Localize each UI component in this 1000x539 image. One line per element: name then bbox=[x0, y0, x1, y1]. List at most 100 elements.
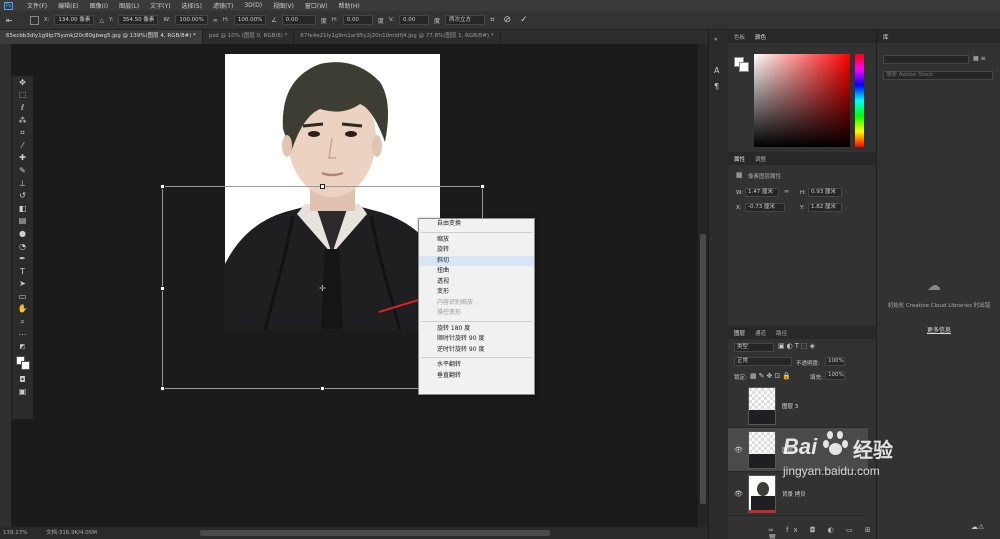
vertical-scrollbar-thumb[interactable] bbox=[700, 234, 706, 504]
w-field[interactable]: 100.00% bbox=[175, 15, 208, 25]
menu-item-rotate[interactable]: 旋转 bbox=[419, 245, 534, 256]
crop-tool-icon[interactable]: ⌗ bbox=[12, 126, 33, 139]
menu-file[interactable]: 文件(F) bbox=[27, 1, 47, 10]
stock-search-input[interactable]: 搜索 Adobe Stock bbox=[883, 71, 993, 80]
menu-type[interactable]: 文字(Y) bbox=[150, 1, 170, 10]
menu-item-skew[interactable]: 斜切 bbox=[419, 255, 534, 266]
tab-document-2[interactable]: psd @ 10% (图层 0, RGB/8) * bbox=[203, 30, 295, 44]
prop-h-field[interactable]: 0.93 厘米 bbox=[808, 188, 842, 197]
menu-window[interactable]: 窗口(W) bbox=[305, 1, 328, 10]
default-colors-icon[interactable]: ◩ bbox=[12, 340, 33, 353]
library-select[interactable] bbox=[883, 55, 969, 64]
menu-filter[interactable]: 滤镜(T) bbox=[213, 1, 233, 10]
menu-select[interactable]: 选择(S) bbox=[181, 1, 202, 10]
transform-handle-left[interactable] bbox=[160, 286, 165, 291]
history-panel-icon[interactable]: A bbox=[714, 66, 719, 75]
relative-position-icon[interactable]: △ bbox=[99, 17, 104, 24]
menu-view[interactable]: 视图(V) bbox=[273, 1, 294, 10]
shape-tool-icon[interactable]: ▭ bbox=[12, 290, 33, 303]
layer-name[interactable]: 图层 3 bbox=[782, 402, 798, 410]
menu-item-free-transform[interactable]: 自由变换 bbox=[419, 219, 534, 230]
reference-point-icon[interactable] bbox=[29, 15, 39, 25]
cancel-transform-icon[interactable]: ⊘ bbox=[504, 15, 512, 25]
brush-tool-icon[interactable]: ✎ bbox=[12, 164, 33, 177]
move-tool-preset-icon[interactable]: ⇤ bbox=[6, 16, 13, 25]
eraser-tool-icon[interactable]: ◧ bbox=[12, 202, 33, 215]
link-icon[interactable]: ∞ bbox=[213, 17, 218, 24]
angle-field[interactable]: 0.00 bbox=[281, 15, 316, 25]
h-field[interactable]: 100.00% bbox=[233, 15, 267, 25]
menu-edit[interactable]: 编辑(E) bbox=[58, 1, 78, 10]
commit-transform-icon[interactable]: ✓ bbox=[520, 15, 528, 25]
prop-w-field[interactable]: 1.47 厘米 bbox=[745, 188, 779, 197]
clone-stamp-tool-icon[interactable]: ⊥ bbox=[12, 177, 33, 190]
screen-mode-icon[interactable]: ▣ bbox=[12, 386, 33, 399]
menu-item-flip-vertical[interactable]: 垂直翻转 bbox=[419, 371, 534, 382]
tab-properties[interactable]: 属性 bbox=[734, 155, 745, 163]
tab-swatches[interactable]: 色板 bbox=[734, 33, 745, 41]
transform-handle-top-right[interactable] bbox=[480, 184, 485, 189]
zoom-tool-icon[interactable]: ⌕ bbox=[12, 315, 33, 328]
pen-tool-icon[interactable]: ✒ bbox=[12, 252, 33, 265]
warp-mode-icon[interactable]: ⌗ bbox=[490, 15, 495, 25]
tab-channels[interactable]: 通道 bbox=[755, 329, 766, 337]
menu-3d[interactable]: 3D(D) bbox=[244, 2, 262, 9]
tab-color[interactable]: 颜色 bbox=[755, 33, 766, 41]
menu-item-rotate-90-cw[interactable]: 顺时针旋转 90 度 bbox=[419, 334, 534, 345]
blend-mode-select[interactable]: 正常 bbox=[734, 357, 792, 366]
vertical-scrollbar[interactable] bbox=[698, 44, 708, 527]
lasso-tool-icon[interactable]: ℓ bbox=[12, 101, 33, 114]
transform-handle-bottom[interactable] bbox=[320, 386, 325, 391]
layers-bottom-icons[interactable]: ∞ fx ◘ ◐ ▭ ⊞ 🗑 bbox=[768, 526, 876, 539]
paragraph-panel-icon[interactable]: ¶ bbox=[714, 82, 719, 91]
fill-field[interactable]: 100% bbox=[825, 371, 845, 380]
prop-link-icon[interactable]: ∞ bbox=[784, 188, 789, 195]
gradient-tool-icon[interactable]: ▤ bbox=[12, 215, 33, 228]
x-field[interactable]: 134.00 像素 bbox=[54, 15, 95, 25]
horizontal-scrollbar-thumb[interactable] bbox=[200, 530, 550, 536]
lock-icons[interactable]: ▦✎✥⊡🔒 bbox=[750, 372, 793, 380]
history-brush-tool-icon[interactable]: ↺ bbox=[12, 189, 33, 202]
dodge-tool-icon[interactable]: ◔ bbox=[12, 240, 33, 253]
move-tool-icon[interactable]: ✥ bbox=[12, 76, 33, 89]
background-color-swatch[interactable] bbox=[739, 62, 749, 72]
tab-adjustments[interactable]: 调整 bbox=[755, 155, 766, 163]
menu-item-distort[interactable]: 扭曲 bbox=[419, 266, 534, 277]
transform-center-icon[interactable]: ✛ bbox=[319, 284, 326, 293]
quick-select-tool-icon[interactable]: ⁂ bbox=[12, 114, 33, 127]
collapse-icon[interactable]: « bbox=[714, 36, 718, 43]
layer-row[interactable]: 图层 3 bbox=[728, 384, 868, 428]
h-skew-field[interactable]: 0.00 bbox=[342, 15, 373, 25]
menu-layer[interactable]: 图层(L) bbox=[119, 1, 139, 10]
photoshop-logo-icon[interactable]: Ps bbox=[4, 1, 13, 10]
more-info-link[interactable]: 更多信息 bbox=[885, 325, 993, 334]
hue-slider[interactable] bbox=[855, 54, 864, 147]
transform-handle-top-left[interactable] bbox=[160, 184, 165, 189]
type-tool-icon[interactable]: T bbox=[12, 265, 33, 278]
prop-x-field[interactable]: -0.73 厘米 bbox=[745, 203, 785, 212]
eye-icon[interactable]: 👁 bbox=[734, 490, 743, 498]
menu-item-scale[interactable]: 缩放 bbox=[419, 235, 534, 246]
tab-document-3[interactable]: 67fe4e21ly1g9m1ar95y2j20n10mldfj4.jpg @ … bbox=[294, 30, 501, 44]
grid-view-icon[interactable]: ▦ ≡ bbox=[973, 55, 986, 62]
menu-item-rotate-180[interactable]: 旋转 180 度 bbox=[419, 324, 534, 335]
transform-handle-bottom-left[interactable] bbox=[160, 386, 165, 391]
opacity-field[interactable]: 100% bbox=[825, 357, 845, 366]
healing-brush-tool-icon[interactable]: ✚ bbox=[12, 152, 33, 165]
menu-image[interactable]: 图像(I) bbox=[90, 1, 108, 10]
transform-handle-top[interactable] bbox=[320, 184, 325, 189]
prop-y-field[interactable]: 1.82 厘米 bbox=[808, 203, 842, 212]
color-swatches-icon[interactable] bbox=[12, 353, 33, 373]
color-field[interactable] bbox=[754, 54, 850, 147]
filter-icons[interactable]: ▣◐T⬚◈ bbox=[778, 342, 817, 350]
tab-layers[interactable]: 图层 bbox=[734, 329, 745, 337]
menu-item-warp[interactable]: 变形 bbox=[419, 287, 534, 298]
hand-tool-icon[interactable]: ✋ bbox=[12, 303, 33, 316]
menu-item-rotate-90-ccw[interactable]: 逆时针旋转 90 度 bbox=[419, 345, 534, 356]
zoom-level[interactable]: 139.17% bbox=[3, 527, 27, 539]
menu-item-flip-horizontal[interactable]: 水平翻转 bbox=[419, 360, 534, 371]
menu-help[interactable]: 帮助(H) bbox=[339, 1, 360, 10]
path-selection-tool-icon[interactable]: ➤ bbox=[12, 278, 33, 291]
blur-tool-icon[interactable]: ● bbox=[12, 227, 33, 240]
eye-icon[interactable]: 👁 bbox=[734, 446, 743, 454]
